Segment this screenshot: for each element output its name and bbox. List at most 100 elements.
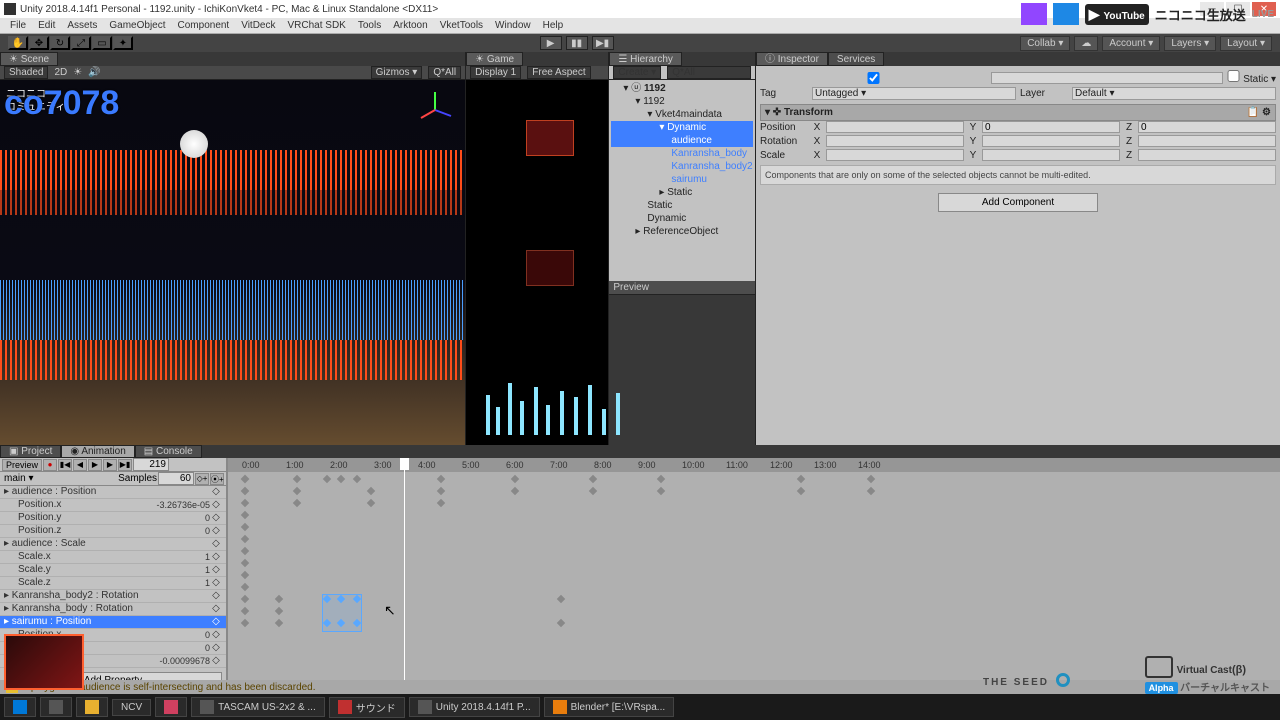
anim-property-row[interactable]: ▸ sairumu : Position◇ <box>0 616 226 629</box>
hier-node[interactable]: Kanransha_body <box>611 147 753 160</box>
playhead[interactable] <box>404 458 405 707</box>
taskbar-item[interactable] <box>155 697 187 717</box>
pos-z[interactable] <box>1138 121 1276 133</box>
anim-property-row[interactable]: Position.z0◇ <box>0 525 226 538</box>
pos-y[interactable] <box>982 121 1120 133</box>
anim-property-row[interactable]: ▸ Kanransha_body : Rotation◇ <box>0 603 226 616</box>
keyframe[interactable] <box>241 607 249 615</box>
keyframe[interactable] <box>511 475 519 483</box>
cloud-button[interactable]: ☁ <box>1074 36 1098 51</box>
keyframe[interactable] <box>275 595 283 603</box>
keyframe[interactable] <box>437 487 445 495</box>
toggle-2d[interactable]: 2D <box>54 67 67 78</box>
add-event-button[interactable]: ⦿+ <box>210 473 224 485</box>
menu-vrchatsdk[interactable]: VRChat SDK <box>282 20 352 31</box>
keyframe[interactable] <box>241 583 249 591</box>
hier-node[interactable]: ▾ Dynamic <box>611 121 753 134</box>
keyframe[interactable] <box>275 619 283 627</box>
scale-x[interactable] <box>826 149 964 161</box>
hier-node[interactable]: ▸ ReferenceObject <box>611 225 753 238</box>
pos-x[interactable] <box>826 121 964 133</box>
preview-header[interactable]: Preview <box>609 281 755 295</box>
console-tab[interactable]: ▤ Console <box>135 445 202 458</box>
inspector-tab[interactable]: ⓘ Inspector <box>756 52 828 66</box>
add-keyframe-button[interactable]: ◇+ <box>195 473 209 485</box>
menu-arktoon[interactable]: Arktoon <box>387 20 433 31</box>
keyframe[interactable] <box>589 487 597 495</box>
keyframe[interactable] <box>241 487 249 495</box>
keyframe[interactable] <box>437 475 445 483</box>
keyframe[interactable] <box>867 475 875 483</box>
services-tab[interactable]: Services <box>828 52 884 66</box>
keyframe[interactable] <box>797 487 805 495</box>
step-button[interactable]: ▶▮ <box>592 36 614 50</box>
keyframe[interactable] <box>241 475 249 483</box>
anim-property-row[interactable]: ▸ audience : Scale◇ <box>0 538 226 551</box>
hierarchy-tree[interactable]: ▾ ⓤ 1192 ▾ 1192 ▾ Vket4maindata ▾ Dynami… <box>609 80 755 281</box>
keyframe[interactable] <box>557 595 565 603</box>
rect-tool[interactable]: ▭ <box>92 36 112 50</box>
rotate-tool[interactable]: ↻ <box>50 36 70 50</box>
gameobject-active[interactable] <box>760 72 987 84</box>
game-tab[interactable]: ☀ Game <box>466 52 523 66</box>
keyframe[interactable] <box>367 499 375 507</box>
keyframe[interactable] <box>241 571 249 579</box>
anim-property-row[interactable]: ▸ Kanransha_body2 : Rotation◇ <box>0 590 226 603</box>
scene-tab[interactable]: ☀ Scene <box>0 52 58 66</box>
menu-edit[interactable]: Edit <box>32 20 61 31</box>
menu-tools[interactable]: Tools <box>352 20 387 31</box>
keyframe[interactable] <box>241 523 249 531</box>
keyframe[interactable] <box>293 487 301 495</box>
anim-property-row[interactable]: Scale.x1◇ <box>0 551 226 564</box>
taskbar-blender[interactable]: Blender* [E:\VRspa... <box>544 697 675 717</box>
menu-window[interactable]: Window <box>489 20 537 31</box>
anim-record[interactable]: ● <box>43 459 57 471</box>
anim-play[interactable]: ▶ <box>88 459 102 471</box>
anim-property-row[interactable]: ▸ audience : Position◇ <box>0 486 226 499</box>
anim-prev[interactable]: ◀ <box>73 459 87 471</box>
taskbar-tascam[interactable]: TASCAM US-2x2 & ... <box>191 697 325 717</box>
keyframe[interactable] <box>337 475 345 483</box>
shading-mode[interactable]: Shaded <box>4 66 48 79</box>
taskbar-ncv[interactable]: NCV <box>112 699 151 716</box>
layout-dropdown[interactable]: Layout ▾ <box>1220 36 1272 51</box>
menu-gameobject[interactable]: GameObject <box>103 20 171 31</box>
scene-gizmo[interactable] <box>415 90 455 130</box>
anim-property-row[interactable]: Position.x-3.26736e-05◇ <box>0 499 226 512</box>
anim-property-row[interactable]: Scale.z1◇ <box>0 577 226 590</box>
keyframe[interactable] <box>241 511 249 519</box>
menu-vkettools[interactable]: VketTools <box>434 20 489 31</box>
move-tool[interactable]: ✥ <box>29 36 49 50</box>
taskbar-item[interactable] <box>40 697 72 717</box>
menu-file[interactable]: File <box>4 20 32 31</box>
anim-frame-field[interactable]: 219 <box>133 458 169 471</box>
anim-next[interactable]: ▶ <box>103 459 117 471</box>
keyframe[interactable] <box>323 475 331 483</box>
keyframe[interactable] <box>353 475 361 483</box>
scene-root[interactable]: ▾ ⓤ 1192 <box>611 82 753 95</box>
keyframe[interactable] <box>657 475 665 483</box>
timeline-ruler[interactable]: 0:001:002:003:004:005:006:007:008:009:00… <box>228 458 1280 472</box>
keyframe[interactable] <box>241 547 249 555</box>
add-component-button[interactable]: Add Component <box>938 193 1098 212</box>
hier-node[interactable]: ▾ 1192 <box>611 95 753 108</box>
toggle-audio[interactable]: 🔊 <box>88 67 100 78</box>
hier-node[interactable]: audience <box>611 134 753 147</box>
hier-node[interactable]: Dynamic <box>611 212 753 225</box>
taskbar-item[interactable] <box>76 697 108 717</box>
hier-node[interactable]: Static <box>611 199 753 212</box>
keyframe[interactable] <box>589 475 597 483</box>
display-dropdown[interactable]: Display 1 <box>470 66 521 79</box>
menu-component[interactable]: Component <box>172 20 236 31</box>
animation-tab[interactable]: ◉ Animation <box>61 445 134 458</box>
scale-tool[interactable]: ⤢ <box>71 36 91 50</box>
transform-tool[interactable]: ✦ <box>113 36 133 50</box>
hier-node[interactable]: sairumu <box>611 173 753 186</box>
anim-preview-toggle[interactable]: Preview <box>2 459 42 471</box>
rot-y[interactable] <box>982 135 1120 147</box>
play-button[interactable]: ▶ <box>540 36 562 50</box>
taskbar-unity[interactable]: Unity 2018.4.14f1 P... <box>409 697 540 717</box>
tag-dropdown[interactable]: Untagged ▾ <box>812 87 1016 100</box>
menu-assets[interactable]: Assets <box>61 20 103 31</box>
collab-dropdown[interactable]: Collab ▾ <box>1020 36 1070 51</box>
